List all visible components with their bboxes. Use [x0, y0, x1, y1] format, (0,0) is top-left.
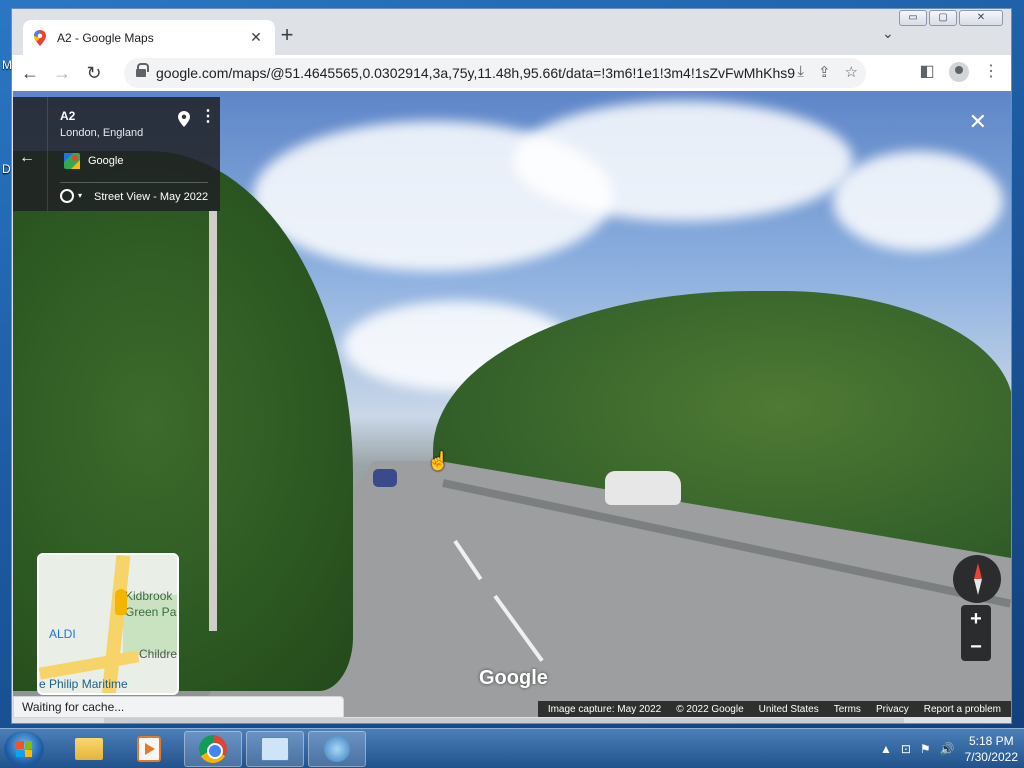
maximize-button[interactable]: ▢ [929, 10, 957, 26]
tab-close-icon[interactable]: ✕ [247, 29, 265, 46]
minimize-button[interactable]: ▭ [899, 10, 927, 26]
browser-window: A2 - Google Maps ✕ + ⌄ ▭ ▢ ✕ ← → ↻ googl… [11, 8, 1012, 724]
clock-time: 5:18 PM [968, 734, 1014, 748]
window-close-button[interactable]: ✕ [959, 10, 1003, 26]
privacy-link[interactable]: Privacy [876, 704, 909, 715]
network-icon[interactable]: ⊡ [901, 742, 911, 756]
status-bubble: Waiting for cache... [13, 696, 344, 718]
google-watermark: Google [479, 667, 548, 689]
copyright: © 2022 Google [676, 703, 744, 715]
chrome-menu-icon[interactable]: ⋮ [979, 59, 1003, 85]
map-label: Kidbrook [125, 589, 173, 603]
location-info-panel: ← A2 London, England ⋮ Google ▾ Street V… [13, 97, 220, 211]
google-maps-icon [33, 29, 47, 46]
image-capture-date: Image capture: May 2022 [547, 703, 662, 715]
taskbar-control-panel[interactable] [246, 731, 304, 767]
back-button[interactable]: ← [16, 59, 44, 87]
caret-down-icon[interactable]: ▾ [78, 191, 82, 200]
zoom-control: + − [961, 605, 991, 661]
url-text[interactable]: google.com/maps/@51.4645565,0.0302914,3a… [156, 65, 796, 81]
region-link[interactable]: United States [759, 704, 819, 715]
road-branch [39, 650, 140, 680]
tab-google-maps[interactable]: A2 - Google Maps ✕ [23, 20, 275, 55]
tab-title: A2 - Google Maps [57, 30, 154, 45]
imagery-source[interactable]: Google [88, 155, 123, 167]
share-icon[interactable]: ⇪ [818, 63, 831, 81]
tab-search-chevron-icon[interactable]: ⌄ [882, 25, 894, 42]
new-tab-button[interactable]: + [274, 23, 300, 49]
map-label: e Philip Maritime [39, 677, 128, 691]
compass-north-needle [974, 563, 982, 579]
map-label: Green Pa [125, 605, 177, 619]
time-travel-icon[interactable] [60, 189, 74, 203]
address-bar[interactable]: google.com/maps/@51.4645565,0.0302914,3a… [124, 58, 866, 88]
report-problem-link[interactable]: Report a problem [924, 704, 1001, 715]
cloud [513, 101, 853, 221]
side-panel-icon[interactable]: ◧ [915, 59, 939, 85]
terms-link[interactable]: Terms [834, 704, 861, 715]
attribution-bar: Image capture: May 2022 © 2022 Google Un… [537, 701, 1011, 717]
pegman-icon[interactable] [115, 589, 127, 615]
chrome-icon [199, 735, 227, 763]
folder-icon [75, 738, 103, 760]
window-controls: ▭ ▢ ✕ [899, 10, 1003, 26]
action-center-flag-icon[interactable]: ⚑ [920, 742, 931, 756]
more-options-icon[interactable]: ⋮ [200, 109, 216, 125]
network-globe-icon [324, 736, 350, 762]
compass-south-needle [974, 579, 982, 595]
zoom-out-button[interactable]: − [961, 633, 991, 661]
place-title: A2 [60, 109, 76, 123]
hand-cursor-icon: ☝ [427, 451, 450, 471]
close-street-view-icon[interactable]: ✕ [969, 111, 987, 133]
map-pin-icon[interactable] [178, 111, 190, 127]
show-hidden-icons-icon[interactable]: ▲ [880, 742, 892, 756]
clock[interactable]: 5:18 PM 7/30/2022 [965, 733, 1018, 765]
profile-avatar[interactable] [949, 62, 969, 82]
volume-icon[interactable]: 🔊 [940, 742, 955, 756]
install-app-icon[interactable]: ⤓ [797, 63, 804, 81]
taskbar-chrome[interactable] [184, 731, 242, 767]
reload-button[interactable]: ↻ [80, 59, 108, 87]
lock-icon[interactable] [136, 63, 149, 78]
zoom-in-button[interactable]: + [961, 605, 991, 633]
map-label: Childre [139, 647, 178, 661]
windows-logo-icon [16, 741, 32, 757]
taskbar: ▲ ⊡ ⚑ 🔊 5:18 PM 7/30/2022 [0, 728, 1024, 768]
tab-strip: A2 - Google Maps ✕ + ⌄ ▭ ▢ ✕ [12, 9, 1011, 55]
google-maps-icon [64, 153, 80, 169]
park-area [123, 595, 177, 655]
white-car [605, 471, 681, 505]
start-button[interactable] [4, 731, 44, 767]
clock-date: 7/30/2022 [964, 750, 1018, 764]
back-arrow-icon[interactable]: ← [19, 149, 35, 167]
compass-icon[interactable] [953, 555, 1001, 603]
bookmark-star-icon[interactable]: ☆ [845, 63, 858, 81]
taskbar-media-player[interactable] [120, 731, 178, 767]
map-label: ALDI [49, 627, 76, 641]
cloud [833, 151, 1003, 251]
horizontal-scrollbar[interactable] [104, 718, 904, 723]
forward-button[interactable]: → [48, 59, 76, 87]
street-view-date[interactable]: Street View - May 2022 [94, 191, 208, 203]
system-tray: ▲ ⊡ ⚑ 🔊 5:18 PM 7/30/2022 [880, 733, 1018, 765]
place-subtitle: London, England [60, 127, 144, 139]
desktop-icon-label[interactable]: D [2, 162, 11, 176]
taskbar-explorer[interactable] [60, 731, 118, 767]
minimap[interactable]: Kidbrook Green Pa ALDI Childre e Philip … [37, 553, 179, 695]
taskbar-network-app[interactable] [308, 731, 366, 767]
street-view-panorama[interactable]: ☝ ← A2 London, England ⋮ Google ▾ Street… [13, 91, 1011, 717]
browser-toolbar: ← → ↻ google.com/maps/@51.4645565,0.0302… [12, 55, 1011, 91]
lamp-pole [209, 211, 217, 631]
blue-car [373, 469, 397, 487]
control-panel-icon [261, 737, 289, 761]
media-player-icon [137, 736, 161, 762]
divider [60, 182, 208, 183]
